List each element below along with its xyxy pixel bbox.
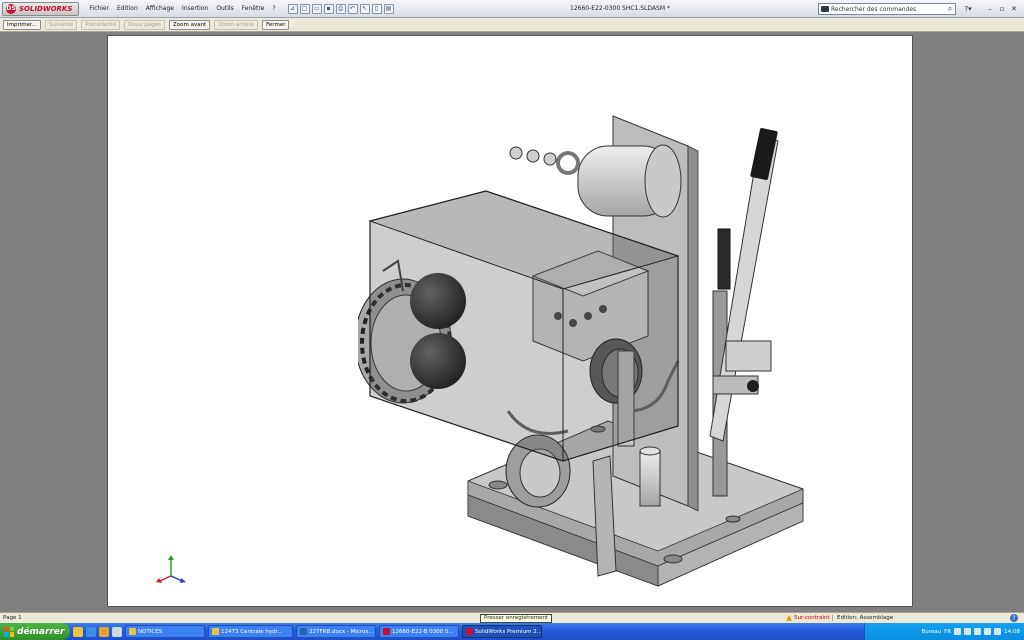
search-commands[interactable]: Rechercher des commandes ⌕ bbox=[818, 3, 956, 15]
start-label: démarrer bbox=[17, 626, 65, 637]
quicklaunch-explorer-icon[interactable] bbox=[73, 626, 83, 637]
print-button[interactable]: Imprimer... bbox=[3, 19, 42, 30]
menu-outils[interactable]: Outils bbox=[212, 0, 237, 18]
previous-page-button[interactable]: Précédente bbox=[81, 19, 121, 30]
task-word[interactable]: 227FRB.docx - Micros... bbox=[296, 625, 376, 638]
options-icon[interactable]: ▤ bbox=[383, 3, 394, 14]
constraint-status-label: Sur-contraint bbox=[794, 615, 830, 621]
document-title: 12660-E22-0300 SHC1.SLDASM * bbox=[570, 4, 670, 12]
print-preview-workspace[interactable] bbox=[0, 32, 1024, 612]
edit-mode: Edition: Assemblage bbox=[832, 615, 893, 621]
status-bar: Page 1 Presser enregistrement Sur-contra… bbox=[0, 612, 1024, 623]
menu-insertion[interactable]: Insertion bbox=[178, 0, 212, 18]
search-icon[interactable]: ⌕ bbox=[945, 4, 955, 14]
system-tray: Bureau FR 14:08 bbox=[864, 623, 1024, 640]
task-label: 227FRB.docx - Micros... bbox=[309, 628, 374, 635]
menu-bar: Fichier Edition Affichage Insertion Outi… bbox=[85, 0, 279, 18]
quicklaunch-media-icon[interactable] bbox=[99, 626, 109, 637]
task-label: NOTICES bbox=[138, 628, 163, 635]
restore-icon[interactable]: ▫ bbox=[996, 3, 1008, 14]
next-page-button[interactable]: Suivante bbox=[45, 19, 78, 30]
task-centrale[interactable]: 12473 Centrale hydr... bbox=[208, 625, 293, 638]
start-button[interactable]: démarrer bbox=[0, 623, 70, 640]
quick-access-toolbar: ⊿ □ ▭ ▪ ⎙ ↶ ↖ ▯ ▤ bbox=[287, 3, 394, 14]
desktop-toolbar-label[interactable]: Bureau bbox=[922, 629, 942, 635]
save-icon[interactable]: ▪ bbox=[323, 3, 334, 14]
two-pages-button[interactable]: Deux pages bbox=[124, 19, 165, 30]
task-solidworks[interactable]: SolidWorks Premium 2... bbox=[462, 625, 542, 638]
preview-page[interactable] bbox=[107, 35, 913, 607]
search-input[interactable]: Rechercher des commandes bbox=[819, 6, 945, 13]
undo-icon[interactable]: ↶ bbox=[347, 3, 358, 14]
select-icon[interactable]: ↖ bbox=[359, 3, 370, 14]
close-icon[interactable]: ✕ bbox=[1008, 3, 1020, 14]
tray-volume-icon[interactable] bbox=[964, 628, 972, 635]
task-label: 12473 Centrale hydr... bbox=[221, 628, 283, 635]
zoom-in-button[interactable]: Zoom avant bbox=[168, 19, 211, 30]
pin-icon[interactable]: ⊿ bbox=[287, 3, 298, 14]
language-indicator[interactable]: FR bbox=[944, 629, 951, 635]
quicklaunch-ie-icon[interactable] bbox=[86, 626, 96, 637]
orientation-triad-icon bbox=[156, 555, 186, 583]
tray-update-icon[interactable] bbox=[984, 628, 992, 635]
constraint-status[interactable]: Sur-contraint bbox=[786, 615, 830, 621]
print-icon[interactable]: ⎙ bbox=[335, 3, 346, 14]
hydraulic-unit-model bbox=[358, 115, 804, 587]
folder-icon bbox=[212, 628, 219, 635]
task-notices[interactable]: NOTICES bbox=[125, 625, 205, 638]
rebuild-icon[interactable]: ▯ bbox=[371, 3, 382, 14]
minimize-icon[interactable]: – bbox=[984, 3, 996, 14]
word-icon bbox=[300, 628, 307, 635]
command-search-icon bbox=[821, 6, 829, 12]
task-label: SolidWorks Premium 2... bbox=[475, 628, 542, 635]
tray-app-icon[interactable] bbox=[994, 628, 1002, 635]
task-pdf[interactable]: 12660-E22-B 0300 S... bbox=[379, 625, 459, 638]
task-label: 12660-E22-B 0300 S... bbox=[392, 628, 454, 635]
print-preview-toolbar: Imprimer... Suivante Précédente Deux pag… bbox=[0, 18, 1024, 32]
warning-icon bbox=[786, 615, 792, 621]
menu-edition[interactable]: Edition bbox=[113, 0, 142, 18]
zoom-out-button[interactable]: Zoom arrière bbox=[214, 19, 259, 30]
quicklaunch-desktop-icon[interactable] bbox=[112, 626, 122, 637]
menu-fenetre[interactable]: Fenêtre bbox=[238, 0, 269, 18]
help-icon[interactable]: ? bbox=[1010, 614, 1018, 622]
new-document-icon[interactable]: □ bbox=[299, 3, 310, 14]
page-indicator: Page 1 bbox=[3, 615, 22, 621]
logo-text: SOLIDWORKS bbox=[19, 4, 73, 13]
title-bar: DS SOLIDWORKS Fichier Edition Affichage … bbox=[0, 0, 1024, 18]
help-dropdown-icon[interactable]: ?▾ bbox=[962, 3, 974, 14]
menu-affichage[interactable]: Affichage bbox=[142, 0, 178, 18]
windows-flag-icon bbox=[4, 626, 14, 637]
clock[interactable]: 14:08 bbox=[1004, 629, 1020, 635]
open-folder-icon[interactable]: ▭ bbox=[311, 3, 322, 14]
close-preview-button[interactable]: Fermer bbox=[262, 19, 290, 30]
tray-network-icon[interactable] bbox=[954, 628, 962, 635]
tray-antivirus-icon[interactable] bbox=[974, 628, 982, 635]
solidworks-icon bbox=[466, 628, 473, 635]
menu-help[interactable]: ? bbox=[268, 0, 279, 18]
pdf-icon bbox=[383, 628, 390, 635]
ds-logo-icon: DS bbox=[6, 3, 16, 14]
windows-taskbar: démarrer NOTICES 12473 Centrale hydr... … bbox=[0, 623, 1024, 640]
solidworks-logo[interactable]: DS SOLIDWORKS bbox=[2, 1, 80, 16]
folder-icon bbox=[129, 628, 136, 635]
menu-fichier[interactable]: Fichier bbox=[85, 0, 113, 18]
status-tooltip: Presser enregistrement bbox=[480, 614, 553, 623]
